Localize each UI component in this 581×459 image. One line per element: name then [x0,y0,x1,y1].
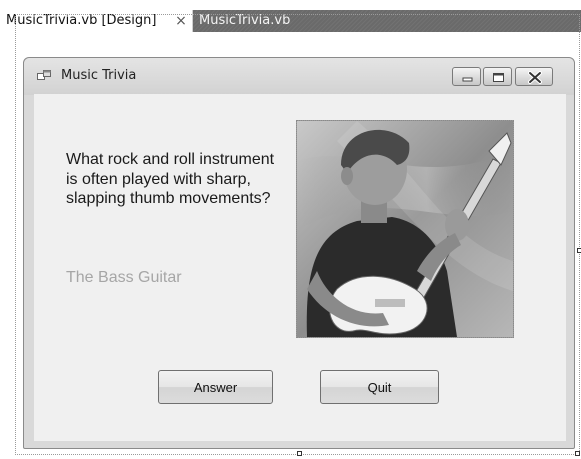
resize-handle-bottom[interactable] [297,451,302,456]
close-icon [528,71,542,84]
answer-button[interactable]: Answer [158,370,273,404]
answer-label: The Bass Guitar [66,269,182,286]
minimize-icon [462,77,473,82]
resize-handle-corner[interactable] [575,451,580,456]
quit-button[interactable]: Quit [320,370,439,404]
form-title: Music Trivia [61,68,137,83]
resize-handle-right[interactable] [577,248,581,253]
form-client-area: What rock and roll instrument is often p… [34,94,566,441]
minimize-button[interactable] [452,67,481,86]
bass-guitar-picture [296,120,514,338]
form-window-icon [37,70,51,80]
form-title-bar: Music Trivia [24,58,574,95]
bass-player-photo [297,121,513,337]
question-label: What rock and roll instrument is often p… [66,151,275,207]
maximize-button[interactable] [483,67,512,86]
quit-button-label: Quit [367,379,392,395]
close-button[interactable] [515,67,553,86]
maximize-icon [493,73,504,82]
answer-button-label: Answer [193,379,238,395]
music-trivia-form: Music Trivia What rock and roll instrume… [23,57,575,449]
